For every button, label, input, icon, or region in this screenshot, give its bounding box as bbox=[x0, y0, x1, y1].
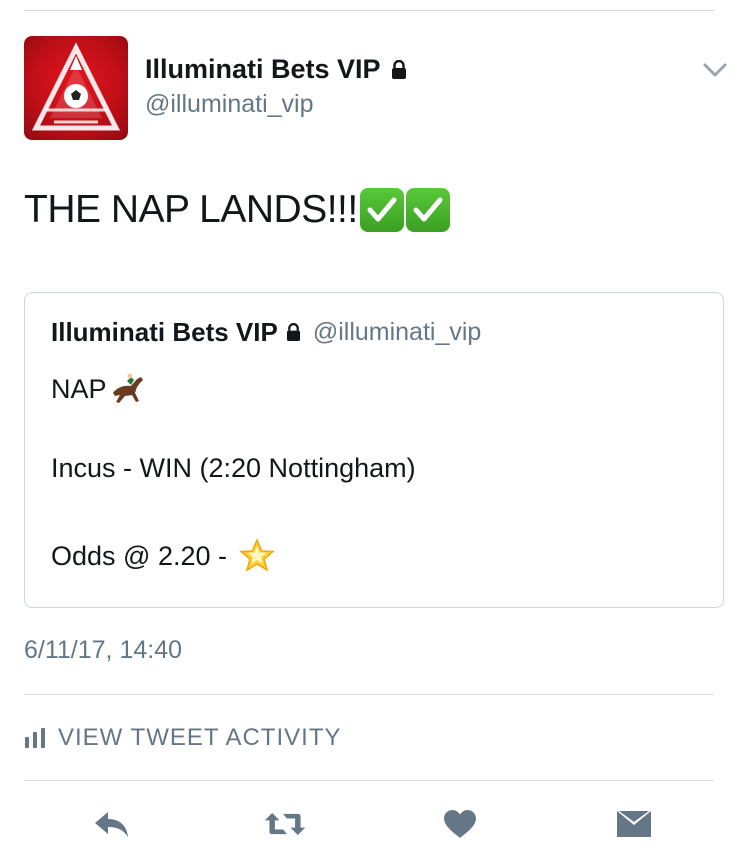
envelope-icon bbox=[617, 811, 651, 837]
horse-racing-icon bbox=[112, 373, 143, 403]
quoted-odds-text: Odds @ 2.20 - bbox=[51, 540, 227, 571]
lock-icon bbox=[286, 323, 300, 341]
lock-icon bbox=[391, 59, 406, 79]
quoted-author-handle: @illuminati_vip bbox=[312, 318, 482, 346]
quoted-author-name: Illuminati Bets VIP bbox=[51, 317, 278, 347]
top-divider bbox=[24, 10, 714, 11]
heart-icon bbox=[444, 810, 476, 838]
tweet-text: THE NAP LANDS!!! bbox=[24, 188, 358, 231]
author-name-row[interactable]: Illuminati Bets VIP bbox=[145, 54, 407, 85]
author-display-name[interactable]: Illuminati Bets VIP bbox=[145, 54, 381, 85]
quoted-tweet-header: Illuminati Bets VIP @illuminati_vip bbox=[51, 317, 481, 348]
divider bbox=[24, 694, 714, 695]
retweet-icon bbox=[264, 813, 306, 835]
illuminati-logo-icon bbox=[31, 42, 121, 131]
chevron-down-icon[interactable] bbox=[702, 60, 728, 80]
tweet-timestamp: 6/11/17, 14:40 bbox=[24, 636, 183, 664]
check-mark-icon bbox=[405, 188, 450, 232]
bar-chart-icon bbox=[25, 728, 45, 748]
author-handle[interactable]: @illuminati_vip bbox=[145, 90, 314, 119]
check-mark-icon bbox=[359, 188, 404, 232]
reply-icon bbox=[95, 812, 128, 837]
quoted-line-selection: Incus - WIN (2:20 Nottingham) bbox=[51, 453, 416, 483]
view-tweet-activity-label: VIEW TWEET ACTIVITY bbox=[58, 724, 342, 751]
reply-button[interactable] bbox=[90, 806, 134, 842]
share-via-message-button[interactable] bbox=[612, 806, 656, 842]
like-button[interactable] bbox=[438, 806, 482, 842]
divider bbox=[24, 780, 714, 781]
quoted-line-nap: NAP bbox=[51, 371, 147, 407]
quoted-tweet-card[interactable]: Illuminati Bets VIP @illuminati_vip NAP … bbox=[24, 292, 724, 608]
view-tweet-activity-button[interactable]: VIEW TWEET ACTIVITY bbox=[24, 724, 341, 752]
quoted-line-odds: Odds @ 2.20 - bbox=[51, 537, 277, 575]
glowing-star-icon bbox=[239, 538, 275, 572]
quoted-nap-text: NAP bbox=[51, 373, 107, 404]
retweet-button[interactable] bbox=[263, 806, 307, 842]
avatar[interactable] bbox=[24, 36, 128, 140]
tweet-text-row: THE NAP LANDS!!! bbox=[24, 188, 450, 232]
